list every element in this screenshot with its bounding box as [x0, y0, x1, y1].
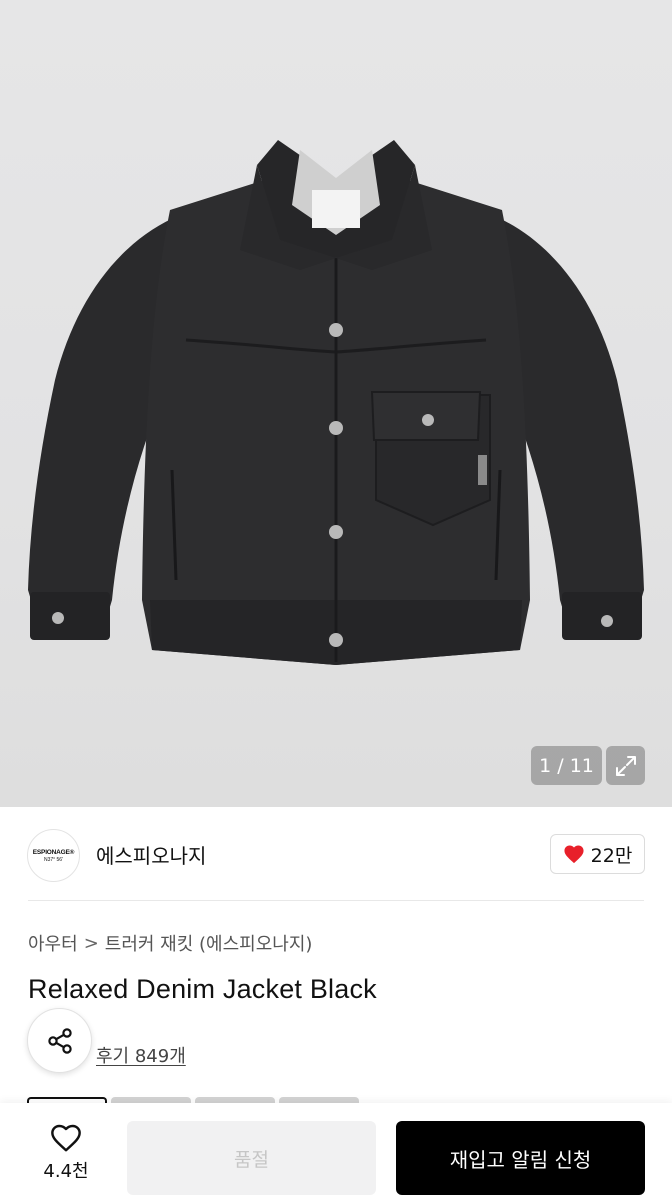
bottom-action-bar: 4.4천 품절 재입고 알림 신청	[0, 1103, 672, 1200]
product-image-gallery[interactable]: 1 / 11	[0, 0, 672, 807]
brand-logo-subtext: N37° 56'	[43, 856, 64, 863]
wishlist-count: 4.4천	[43, 1161, 89, 1182]
image-counter: 1 / 11	[531, 746, 602, 785]
heart-outline-icon	[51, 1124, 81, 1152]
brand-row: ESPIONAGE® N37° 56' 에스피오나지 22만	[0, 808, 672, 900]
breadcrumb: 아우터 > 트러커 재킷 (에스피오나지)	[28, 930, 312, 956]
like-count: 22만	[590, 844, 633, 867]
expand-button[interactable]	[606, 746, 645, 785]
wishlist-button[interactable]: 4.4천	[30, 1123, 102, 1187]
brand-name[interactable]: 에스피오나지	[96, 840, 206, 869]
product-image	[28, 140, 644, 665]
brand-logo[interactable]: ESPIONAGE® N37° 56'	[27, 829, 80, 882]
soldout-button: 품절	[127, 1121, 376, 1195]
breadcrumb-subcategory[interactable]: 트러커 재킷 (에스피오나지)	[105, 930, 313, 956]
expand-icon	[615, 755, 636, 776]
brand-logo-text: ESPIONAGE®	[32, 848, 75, 856]
heart-icon	[564, 845, 584, 864]
breadcrumb-separator: >	[83, 932, 99, 954]
product-title: Relaxed Denim Jacket Black	[28, 974, 377, 1004]
reviews-link[interactable]: 후기 849개	[96, 1042, 186, 1068]
brand-like-button[interactable]: 22만	[550, 834, 645, 874]
divider	[28, 900, 644, 901]
share-button[interactable]	[27, 1008, 92, 1073]
breadcrumb-category[interactable]: 아우터	[28, 930, 78, 956]
restock-alert-button[interactable]: 재입고 알림 신청	[396, 1121, 645, 1195]
share-icon	[47, 1027, 72, 1054]
